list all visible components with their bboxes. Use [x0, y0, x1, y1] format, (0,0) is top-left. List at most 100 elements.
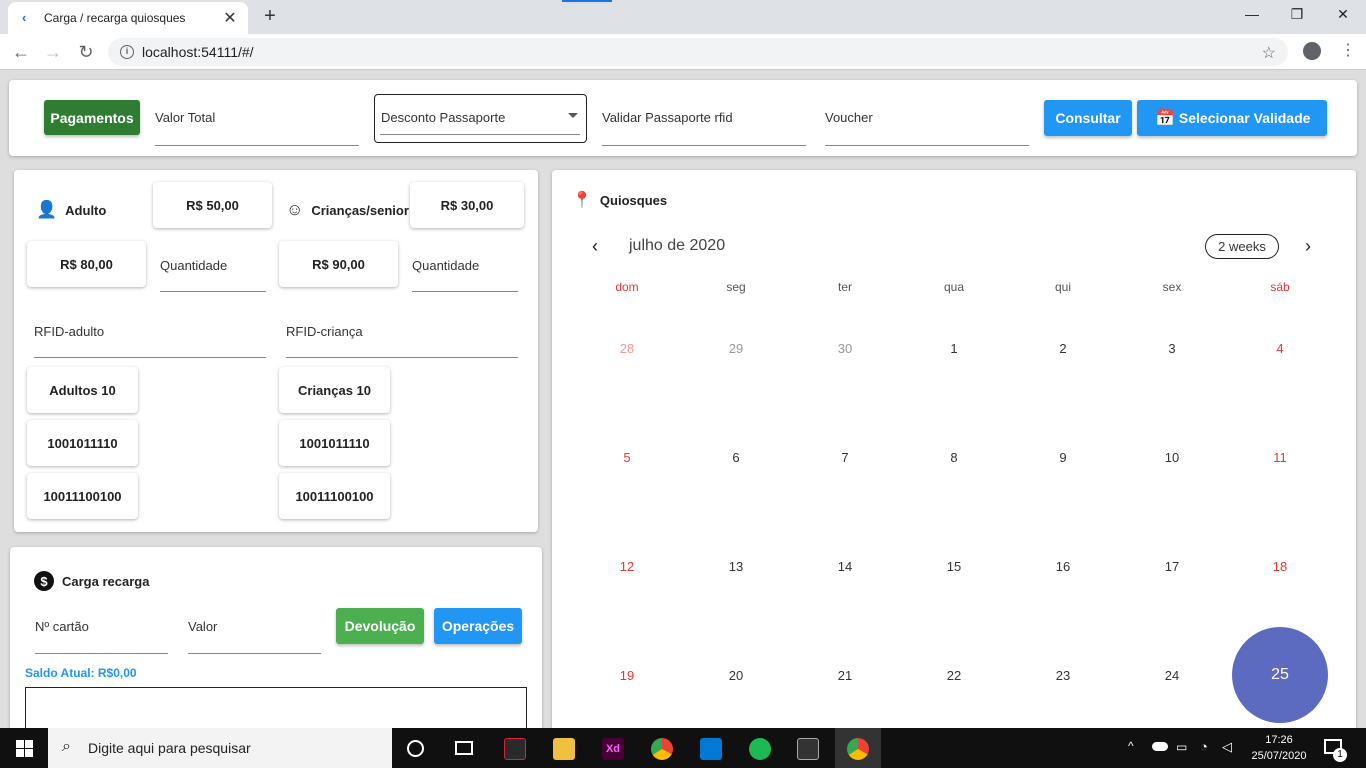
- spotify-icon[interactable]: [749, 738, 771, 760]
- calendar-day[interactable]: 15: [924, 559, 984, 574]
- calendar-day[interactable]: 28: [597, 341, 657, 356]
- pagamentos-button[interactable]: Pagamentos: [44, 100, 140, 135]
- vscode-icon[interactable]: [700, 738, 722, 760]
- chrome-icon[interactable]: [651, 738, 673, 760]
- calendar-day[interactable]: 19: [597, 668, 657, 683]
- cartao-field[interactable]: Nº cartão: [35, 619, 168, 654]
- taskbar-clock[interactable]: 17:26 25/07/2020: [1246, 732, 1312, 764]
- calendar-day[interactable]: 16: [1033, 559, 1093, 574]
- tab-indicator: [562, 0, 612, 2]
- rfid-crianca-field[interactable]: RFID-criança: [286, 324, 518, 358]
- valor-field[interactable]: Valor: [188, 619, 321, 654]
- volume-icon[interactable]: ◁: [1222, 739, 1232, 755]
- voucher-field[interactable]: Voucher: [825, 110, 1029, 146]
- maximize-icon[interactable]: ❐: [1287, 6, 1307, 23]
- chrome-active-icon[interactable]: [847, 738, 869, 760]
- search-icon: ⌕: [62, 738, 71, 755]
- calendar-day[interactable]: 24: [1142, 668, 1202, 683]
- month-title: julho de 2020: [629, 237, 726, 254]
- adulto-rfid-chip[interactable]: 10011100100: [27, 473, 138, 519]
- dollar-icon: $: [34, 571, 54, 591]
- new-tab-button[interactable]: +: [260, 6, 280, 26]
- terminal-icon[interactable]: [797, 738, 819, 760]
- file-explorer-icon[interactable]: [553, 738, 575, 760]
- calendar-day[interactable]: 21: [815, 668, 875, 683]
- rfid-adulto-field[interactable]: RFID-adulto: [34, 324, 266, 358]
- menu-kebab-icon[interactable]: ⋮: [1340, 40, 1356, 60]
- calendar-day[interactable]: 7: [815, 450, 875, 465]
- validar-label: Validar Passaporte rfid: [602, 110, 733, 125]
- view-mode-toggle[interactable]: 2 weeks: [1205, 234, 1279, 259]
- forward-icon[interactable]: →: [42, 41, 64, 63]
- browser-tab[interactable]: ‹ Carga / recarga quiosques ✕: [8, 2, 248, 34]
- onedrive-icon[interactable]: [1152, 742, 1168, 751]
- calendar-day[interactable]: 23: [1033, 668, 1093, 683]
- quiosques-title: Quiosques: [599, 192, 668, 208]
- adulto-quantidade-field[interactable]: Quantidade: [160, 258, 266, 292]
- calendar-day[interactable]: 8: [924, 450, 984, 465]
- adultos-count-chip[interactable]: Adultos 10: [27, 367, 138, 413]
- adulto-rfid-chip[interactable]: 1001011110: [27, 420, 138, 466]
- calendar-day[interactable]: 12: [597, 559, 657, 574]
- windows-start-icon[interactable]: [16, 740, 33, 757]
- adulto-total-chip[interactable]: R$ 80,00: [27, 241, 146, 287]
- next-month-icon[interactable]: ›: [1305, 236, 1311, 257]
- calendar-day[interactable]: 11: [1250, 450, 1310, 465]
- criancas-price-chip[interactable]: R$ 30,00: [410, 182, 524, 228]
- calendar-day[interactable]: 9: [1033, 450, 1093, 465]
- calendar-day[interactable]: 5: [597, 450, 657, 465]
- desconto-dropdown[interactable]: Desconto Passaporte: [374, 94, 587, 143]
- tray-chevron-icon[interactable]: ^: [1128, 739, 1134, 753]
- criancas-quantidade-field[interactable]: Quantidade: [412, 258, 518, 292]
- cortana-icon[interactable]: [407, 740, 424, 757]
- address-bar[interactable]: i localhost:54111/#/ ☆: [108, 38, 1288, 66]
- calendar-day[interactable]: 17: [1142, 559, 1202, 574]
- selected-day[interactable]: 25: [1232, 627, 1328, 723]
- taskbar-search[interactable]: ⌕ Digite aqui para pesquisar: [48, 728, 392, 768]
- selecionar-validade-label: Selecionar Validade: [1178, 110, 1311, 126]
- tab-close-icon[interactable]: ✕: [222, 8, 238, 28]
- calendar-day[interactable]: 10: [1142, 450, 1202, 465]
- saldo-textbox[interactable]: [25, 687, 527, 728]
- criancas-count-chip[interactable]: Crianças 10: [279, 367, 390, 413]
- back-icon[interactable]: ←: [10, 41, 32, 63]
- calendar-day[interactable]: 6: [706, 450, 766, 465]
- weekday-label: ter: [837, 280, 852, 294]
- account-icon[interactable]: [1303, 42, 1321, 60]
- calendar-card: 📍 Quiosques ‹ julho de 2020 2 weeks › do…: [552, 170, 1356, 728]
- vivaldi-icon[interactable]: [504, 738, 526, 760]
- adobe-xd-icon[interactable]: Xd: [602, 738, 624, 760]
- adulto-price-chip[interactable]: R$ 50,00: [153, 182, 272, 228]
- prev-month-icon[interactable]: ‹: [592, 236, 598, 257]
- calendar-day[interactable]: 18: [1250, 559, 1310, 574]
- close-window-icon[interactable]: ✕: [1333, 6, 1353, 23]
- calendar-day[interactable]: 20: [706, 668, 766, 683]
- battery-icon[interactable]: ▭: [1176, 740, 1187, 754]
- calendar-day[interactable]: 14: [815, 559, 875, 574]
- calendar-day[interactable]: 2: [1033, 341, 1093, 356]
- calendar-day[interactable]: 29: [706, 341, 766, 356]
- task-view-icon[interactable]: [455, 741, 473, 755]
- quiosques-header: 📍 Quiosques: [572, 190, 667, 210]
- info-icon[interactable]: i: [120, 45, 134, 59]
- calendar-day[interactable]: 13: [706, 559, 766, 574]
- calendar-day[interactable]: 22: [924, 668, 984, 683]
- crianca-rfid-chip[interactable]: 1001011110: [279, 420, 390, 466]
- criancas-total-chip[interactable]: R$ 90,00: [279, 241, 398, 287]
- valor-total-field[interactable]: Valor Total: [155, 110, 359, 146]
- calendar-day[interactable]: 3: [1142, 341, 1202, 356]
- selecionar-validade-button[interactable]: 📅 Selecionar Validade: [1137, 100, 1327, 136]
- validar-passaporte-field[interactable]: Validar Passaporte rfid: [602, 110, 806, 146]
- valor-total-label: Valor Total: [155, 110, 216, 125]
- minimize-icon[interactable]: —: [1242, 6, 1262, 22]
- wifi-icon[interactable]: ◔: [1200, 739, 1208, 754]
- calendar-day[interactable]: 4: [1250, 341, 1310, 356]
- devolucao-button[interactable]: Devolução: [336, 608, 424, 644]
- reload-icon[interactable]: ↻: [75, 41, 97, 63]
- calendar-day[interactable]: 1: [924, 341, 984, 356]
- bookmark-star-icon[interactable]: ☆: [1262, 43, 1276, 63]
- consultar-button[interactable]: Consultar: [1044, 100, 1132, 136]
- crianca-rfid-chip[interactable]: 10011100100: [279, 473, 390, 519]
- operacoes-button[interactable]: Operações: [434, 608, 522, 644]
- calendar-day[interactable]: 30: [815, 341, 875, 356]
